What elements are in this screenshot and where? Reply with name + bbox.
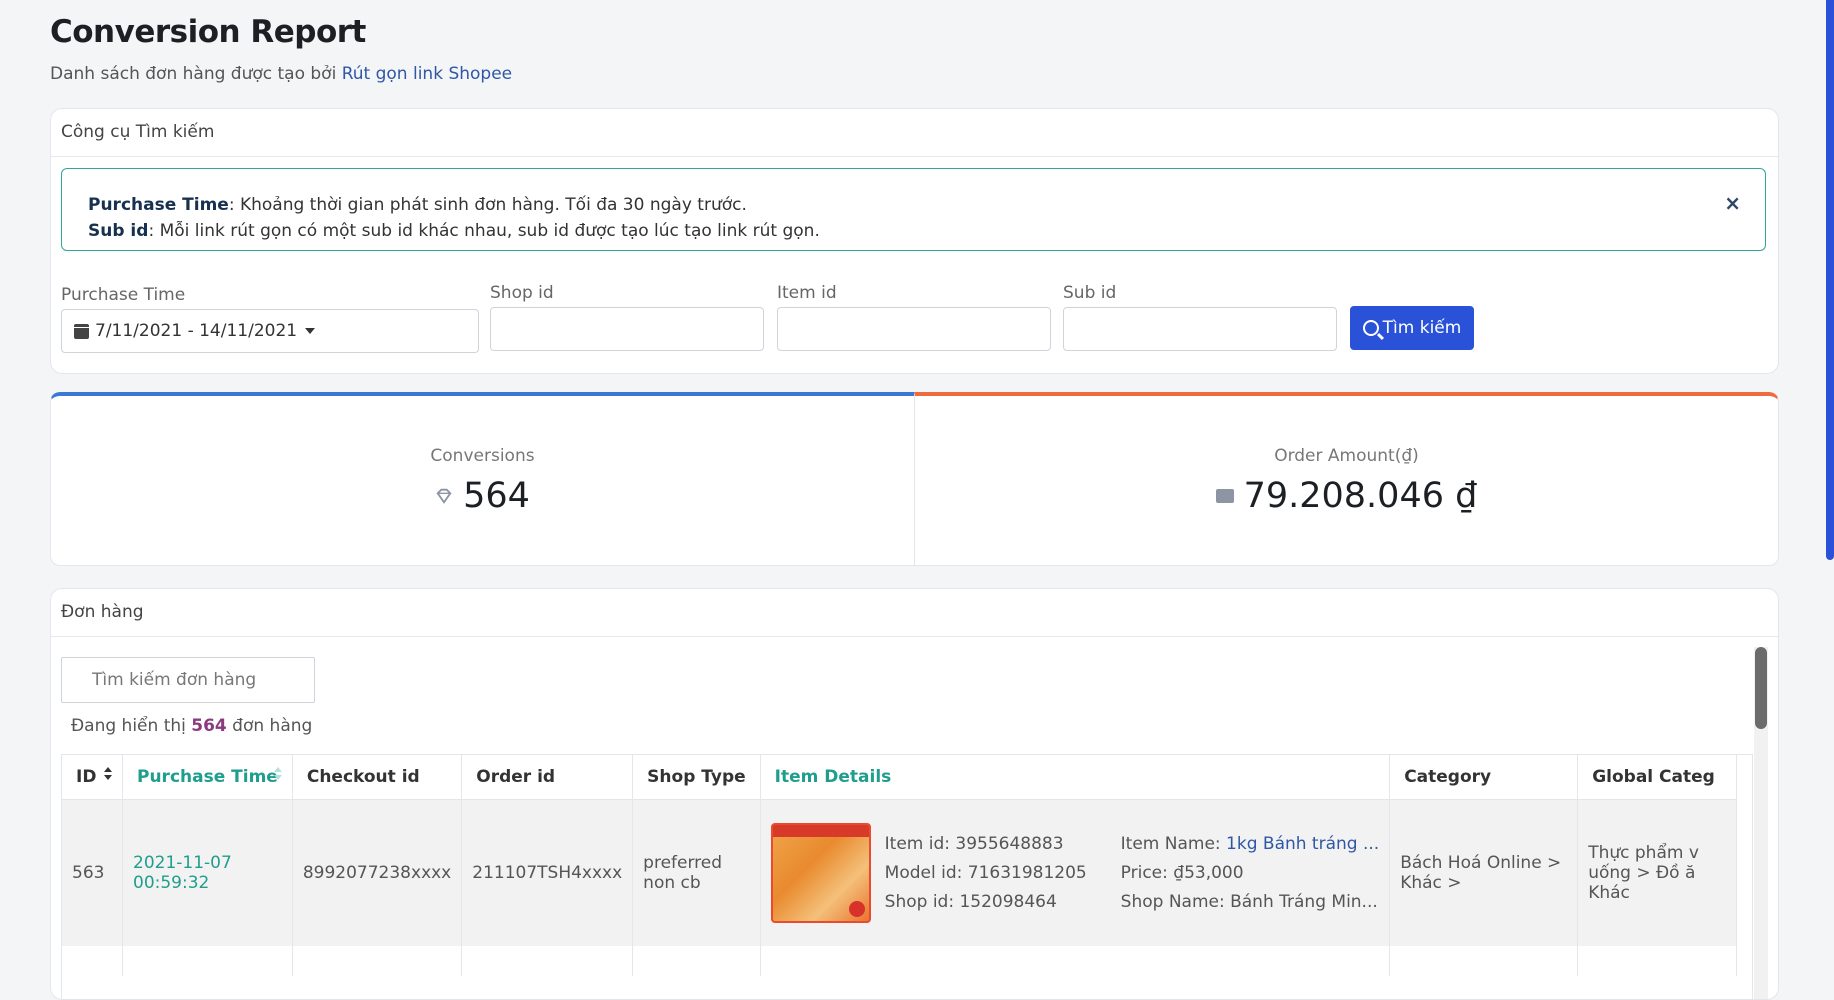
page-title: Conversion Report [50, 14, 366, 50]
column-label-order-id: Order id [476, 767, 556, 787]
sort-icon[interactable] [273, 767, 282, 783]
column-header-purchase-time[interactable]: Purchase Time [122, 755, 293, 800]
conversions-stat: Conversions 564 [50, 392, 915, 566]
cell-shop-type: preferred non cb [632, 799, 761, 946]
sub-id-input[interactable] [1063, 307, 1337, 351]
column-label-item-details: Item Details [774, 767, 892, 787]
item-id-text: Item id: 3955648883 [884, 833, 1064, 854]
column-header-category[interactable]: Category [1389, 755, 1579, 800]
wallet-icon [1215, 489, 1234, 503]
column-header-item-details[interactable]: Item Details [760, 755, 1391, 800]
info-alert: Purchase Time: Khoảng thời gian phát sin… [61, 168, 1766, 251]
search-button-label: Tìm kiếm [1382, 318, 1462, 338]
page-subtitle: Danh sách đơn hàng được tạo bởi Rút gọn … [50, 64, 512, 84]
global-category-line-2: uống > Đồ ă [1588, 863, 1696, 883]
column-label-category: Category [1404, 767, 1492, 787]
order-amount-value-row: 79.208.046 ₫ [915, 476, 1778, 516]
purchase-time-label: Purchase Time [61, 285, 186, 305]
column-header-id[interactable]: ID [62, 755, 123, 800]
column-label-id: ID [76, 767, 97, 787]
cell-item-details: Item id: 3955648883 Model id: 7163198120… [760, 799, 1391, 946]
column-label-purchase-time: Purchase Time [137, 767, 278, 787]
conversions-label: Conversions [430, 446, 535, 466]
cell-id: 563 [62, 799, 123, 946]
column-header-order-id[interactable]: Order id [461, 755, 634, 800]
column-header-shop-type[interactable]: Shop Type [632, 755, 761, 800]
search-card-title: Công cụ Tìm kiếm [51, 109, 1778, 157]
showing-suffix: đơn hàng [232, 716, 313, 736]
table-scrollbar[interactable] [1754, 647, 1768, 999]
shop-id-input[interactable] [490, 307, 764, 351]
shop-type-line-2: non cb [643, 873, 701, 893]
item-ids-column: Item id: 3955648883 Model id: 7163198120… [885, 830, 1107, 917]
close-icon[interactable]: × [1724, 191, 1741, 215]
shop-name-text: Shop Name: Bánh Tráng Min... [1120, 891, 1378, 912]
conversions-value-row: 564 [51, 476, 914, 516]
cell-checkout-id: 8992077238xxxx [292, 799, 463, 946]
order-amount-label: Order Amount(₫) [1274, 446, 1419, 466]
alert-text-sub-id: : Mỗi link rút gọn có một sub id khác nh… [148, 221, 820, 241]
item-name-label: Item Name: [1120, 833, 1227, 854]
alert-line-sub-id: Sub id: Mỗi link rút gọn có một sub id k… [88, 221, 820, 241]
cell-purchase-time: 2021-11-07 00:59:32 [122, 799, 293, 946]
shop-id-text: Shop id: 152098464 [884, 891, 1057, 912]
alert-text-purchase-time: : Khoảng thời gian phát sinh đơn hàng. T… [228, 195, 747, 215]
page-scrollbar[interactable] [1826, 0, 1834, 560]
cell-global-category: Thực phẩm v uống > Đồ ă Khác [1577, 799, 1738, 946]
search-tools-card: Công cụ Tìm kiếm Purchase Time: Khoảng t… [50, 108, 1779, 374]
item-info-column: Item Name: 1kg Bánh tráng ... Price: ₫53… [1121, 830, 1380, 917]
subtitle-text: Danh sách đơn hàng được tạo bởi [50, 64, 337, 84]
orders-card-title: Đơn hàng [51, 589, 1778, 637]
diamond-icon [436, 488, 452, 504]
orders-card: Đơn hàng Tìm kiếm đơn hàng Đang hiển thị… [50, 588, 1779, 1000]
search-icon [1362, 320, 1379, 336]
column-header-global-category[interactable]: Global Categ [1577, 755, 1738, 800]
cell-order-id: 211107TSH4xxxx [461, 799, 634, 946]
category-line-1: Bách Hoá Online > [1400, 853, 1562, 873]
category-line-2: Khác > [1400, 873, 1462, 893]
order-amount-value: 79.208.046 ₫ [1243, 476, 1478, 516]
alert-line-purchase-time: Purchase Time: Khoảng thời gian phát sin… [88, 195, 747, 215]
showing-prefix: Đang hiển thị [71, 716, 186, 736]
item-id-label: Item id [777, 283, 837, 303]
price-text: Price: ₫53,000 [1120, 862, 1244, 883]
shop-id-label: Shop id [490, 283, 554, 303]
showing-count: 564 [191, 716, 227, 736]
table-scrollbar-thumb[interactable] [1755, 647, 1767, 729]
cell-category: Bách Hoá Online > Khác > [1389, 799, 1579, 946]
item-name-line: Item Name: 1kg Bánh tráng ... [1121, 830, 1380, 859]
search-button[interactable]: Tìm kiếm [1350, 306, 1474, 350]
product-thumbnail[interactable] [770, 823, 871, 923]
item-name-link[interactable]: 1kg Bánh tráng ... [1226, 834, 1379, 854]
model-id-text: Model id: 71631981205 [884, 862, 1087, 883]
caret-down-icon [305, 328, 316, 334]
column-label-checkout-id: Checkout id [306, 767, 420, 787]
column-header-checkout-id[interactable]: Checkout id [292, 755, 463, 800]
shop-type-line-1: preferred [643, 853, 723, 873]
sub-id-label: Sub id [1063, 283, 1117, 303]
alert-label-purchase-time: Purchase Time [88, 195, 229, 215]
column-label-global-category: Global Categ [1592, 767, 1715, 787]
table-row[interactable]: 563 2021-11-07 00:59:32 8992077238xxxx 2… [62, 799, 1738, 946]
conversions-value: 564 [463, 476, 530, 516]
shopee-shortlink-link[interactable]: Rút gọn link Shopee [342, 64, 512, 84]
order-amount-stat: Order Amount(₫) 79.208.046 ₫ [914, 392, 1779, 566]
showing-count-text: Đang hiển thị 564 đơn hàng [71, 716, 312, 736]
alert-label-sub-id: Sub id [88, 221, 149, 241]
table-row[interactable] [62, 946, 1738, 976]
item-id-input[interactable] [777, 307, 1051, 351]
column-label-shop-type: Shop Type [647, 767, 746, 787]
global-category-line-1: Thực phẩm v [1588, 843, 1699, 863]
calendar-icon [74, 323, 89, 339]
order-search-input[interactable]: Tìm kiếm đơn hàng [61, 657, 315, 703]
purchase-time-value: 7/11/2021 - 14/11/2021 [95, 321, 298, 341]
purchase-time-picker[interactable]: 7/11/2021 - 14/11/2021 [61, 309, 479, 353]
global-category-line-3: Khác [1588, 883, 1630, 903]
sort-icon[interactable] [104, 767, 112, 783]
orders-table: ID Purchase Time Checkout id Order id Sh… [61, 754, 1753, 999]
